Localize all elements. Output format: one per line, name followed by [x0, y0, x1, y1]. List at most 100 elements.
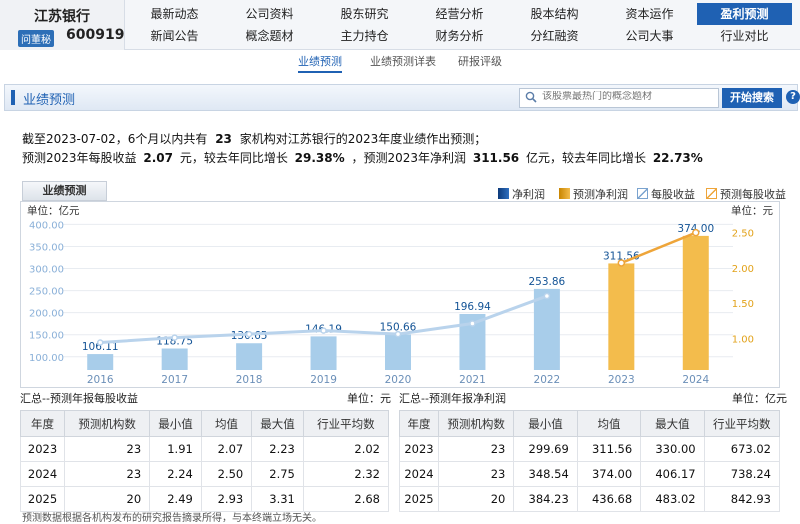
nav-item[interactable]: 公司资料 [222, 3, 317, 25]
eps-point [171, 334, 178, 341]
nav-item[interactable]: 股本结构 [507, 3, 602, 25]
table-cell: 2.50 [200, 461, 253, 487]
table-cell: 23 [437, 461, 515, 487]
nav-item[interactable]: 公司大事 [602, 25, 697, 47]
table-cell: 2024 [399, 461, 439, 487]
table-cell: 2.49 [149, 486, 202, 512]
x-tick-label: 2016 [87, 374, 114, 386]
table-cell: 2.07 [200, 436, 253, 462]
y-tick-label: 200.00 [29, 309, 64, 320]
eps-point [394, 330, 402, 338]
summary-text: 预测2023年每股收益 [22, 151, 137, 165]
table-cell: 3.31 [251, 486, 304, 512]
bar [385, 334, 411, 370]
table-header-cell: 最小值 [513, 410, 578, 437]
table-cell: 374.00 [576, 461, 642, 487]
table-header-cell: 最大值 [640, 410, 705, 437]
summary-line-1: 截至2023-07-02，6个月以内共有 23 家机构对江苏银行的2023年度业… [22, 130, 486, 147]
subtab-forecast-detail[interactable]: 业绩预测详表 [370, 53, 436, 73]
x-tick-label: 2023 [608, 374, 635, 386]
bar [161, 348, 188, 370]
y-tick-label: 100.00 [29, 353, 64, 364]
x-tick-label: 2021 [459, 374, 486, 386]
y2-tick-label: 2.50 [732, 229, 754, 240]
search-button[interactable]: 开始搜索 [722, 88, 782, 108]
table-cell: 384.23 [513, 486, 578, 512]
table-cell: 20 [64, 486, 151, 512]
nav-grid: 最新动态 公司资料 股东研究 经营分析 股本结构 资本运作 盈利预测新闻公告 概念题材 主力持仓… [127, 0, 800, 50]
table-cell: 20 [437, 486, 515, 512]
table-cell: 2.23 [251, 436, 304, 462]
summary-text: 亿元，较去年同比增长 [525, 151, 646, 165]
table-cell: 299.69 [513, 436, 578, 462]
table-cell: 348.54 [513, 461, 578, 487]
table-cell: 673.02 [703, 436, 781, 462]
eps-point [469, 320, 476, 327]
subtab-forecast[interactable]: 业绩预测 [298, 53, 342, 73]
eps-growth: 29.38% [294, 151, 345, 165]
nav-item[interactable]: 资本运作 [602, 3, 697, 25]
panel-header: 业绩预测 开始搜索 ? [4, 84, 800, 111]
nav-item[interactable]: 概念题材 [222, 25, 317, 47]
legend-forecast-eps: 预测每股收益 [706, 186, 786, 202]
table-cell: 2024 [19, 461, 66, 487]
nav-item[interactable]: 行业对比 [697, 25, 792, 47]
x-tick-label: 2017 [161, 374, 188, 386]
search-input[interactable] [542, 91, 714, 102]
y-tick-label: 250.00 [29, 287, 64, 298]
eps-point [245, 330, 253, 338]
table-cell: 738.24 [703, 461, 781, 487]
table-header-cell: 预测机构数 [437, 410, 515, 437]
nav-item[interactable]: 经营分析 [412, 3, 507, 25]
table-cell: 406.17 [640, 461, 705, 487]
help-icon[interactable]: ? [786, 90, 800, 104]
table-cell: 2025 [399, 486, 439, 512]
table-row: 2023 23 299.69 311.56 330.00 673.02 [399, 436, 781, 462]
chart-tab[interactable]: 业绩预测 [22, 181, 107, 201]
summary-text: ，预测2023年净利润 [351, 151, 467, 165]
legend-net-profit: 净利润 [498, 186, 545, 202]
y-tick-label: 400.00 [29, 220, 64, 231]
legend-eps: 每股收益 [637, 186, 695, 202]
stock-info: 江苏银行 问董秘 600919 [0, 0, 125, 50]
nav-item[interactable]: 新闻公告 [127, 25, 222, 47]
ask-secretary-badge[interactable]: 问董秘 [18, 30, 54, 47]
nav-item[interactable]: 主力持仓 [317, 25, 412, 47]
eps-point [320, 327, 327, 334]
legend-swatch [498, 188, 509, 199]
table-header-cell: 年度 [399, 410, 439, 437]
net-profit-forecast: 311.56 [472, 151, 520, 165]
eps-point [543, 292, 551, 300]
subtab-research-rating[interactable]: 研报评级 [458, 53, 502, 73]
legend-swatch [706, 188, 717, 199]
table-cell: 2.93 [200, 486, 253, 512]
sub-nav: 业绩预测 业绩预测详表 研报评级 [0, 51, 800, 73]
eps-point [96, 339, 104, 346]
eps-forecast-table: 年度 预测机构数 最小值 均值 最大值 行业平均数 2023 23 1.91 2.07 2.23 2.… [19, 410, 390, 512]
table-cell: 2023 [19, 436, 66, 462]
y2-tick-label: 1.50 [732, 299, 754, 310]
legend-swatch [559, 188, 570, 199]
bar-value-label: 196.94 [454, 301, 491, 313]
nav-item[interactable]: 股东研究 [317, 3, 412, 25]
np-table-caption: 汇总--预测年报净利润 [399, 392, 506, 405]
left-axis-unit: 单位：亿元 [27, 204, 80, 217]
table-cell: 842.93 [703, 486, 781, 512]
nav-item[interactable]: 盈利预测 [697, 3, 792, 25]
x-tick-label: 2020 [385, 374, 412, 386]
table-cell: 2.32 [302, 461, 390, 487]
table-header-cell: 均值 [576, 410, 642, 437]
y-tick-label: 350.00 [29, 242, 64, 253]
table-cell: 2023 [399, 436, 439, 462]
table-cell: 1.91 [149, 436, 202, 462]
summary-line-2: 预测2023年每股收益 2.07 元，较去年同比增长 29.38% ，预测202… [22, 149, 706, 166]
summary-text: 截至2023-07-02，6个月以内共有 [22, 132, 208, 146]
bar [87, 354, 114, 370]
legend-label: 净利润 [512, 188, 545, 201]
nav-item[interactable]: 最新动态 [127, 3, 222, 25]
stock-name: 江苏银行 [34, 9, 90, 25]
nav-item[interactable]: 财务分析 [412, 25, 507, 47]
table-cell: 436.68 [576, 486, 642, 512]
x-tick-label: 2019 [310, 374, 337, 386]
nav-item[interactable]: 分红融资 [507, 25, 602, 47]
